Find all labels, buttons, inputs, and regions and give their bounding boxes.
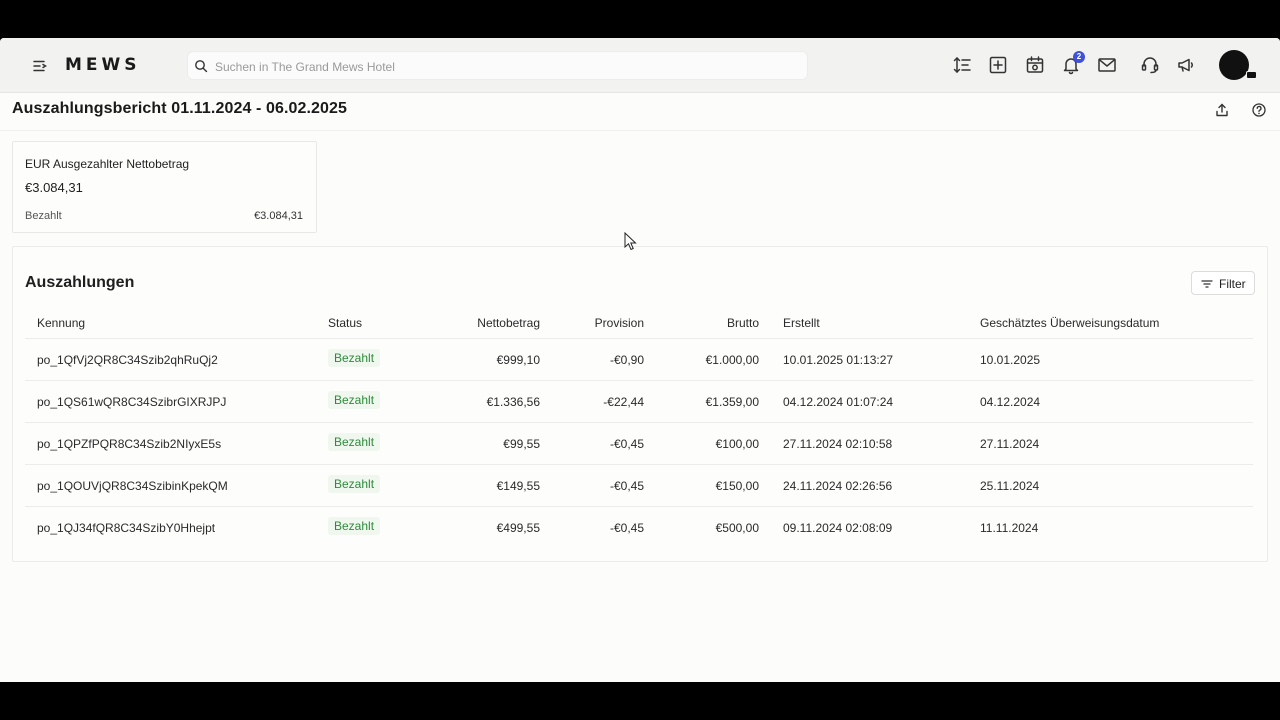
row-fee: -€0,45: [609, 479, 644, 493]
search-input[interactable]: [213, 52, 797, 81]
row-net: €1.336,56: [486, 395, 540, 409]
top-bar: MEWS 2: [0, 38, 1280, 93]
payouts-panel: Auszahlungen Filter Kennung Status Netto…: [12, 246, 1268, 562]
add-icon[interactable]: [988, 55, 1008, 75]
column-header-gross[interactable]: Brutto: [659, 316, 759, 330]
row-created: 10.01.2025 01:13:27: [783, 353, 894, 367]
status-badge: Bezahlt: [328, 391, 381, 409]
row-id[interactable]: po_1QPZfPQR8C34Szib2NIyxE5s: [37, 437, 221, 451]
row-divider: [25, 422, 1253, 423]
menu-icon[interactable]: [30, 56, 50, 76]
help-icon[interactable]: [1251, 102, 1267, 118]
row-created: 27.11.2024 02:10:58: [783, 437, 893, 451]
search-box[interactable]: [187, 51, 808, 81]
row-fee: -€0,45: [609, 521, 644, 535]
column-header-net[interactable]: Nettobetrag: [440, 316, 540, 330]
column-header-id[interactable]: Kennung: [37, 316, 85, 330]
sort-icon[interactable]: [952, 55, 972, 75]
row-created: 04.12.2024 01:07:24: [783, 395, 894, 409]
net-payout-summary-card: EUR Ausgezahlter Nettobetrag €3.084,31 B…: [12, 141, 317, 233]
row-fee: -€0,90: [609, 353, 644, 367]
row-net: €149,55: [496, 479, 540, 493]
row-divider: [25, 464, 1253, 465]
row-status: Bezahlt: [328, 517, 381, 535]
summary-title: EUR Ausgezahlter Nettobetrag: [25, 157, 190, 171]
calendar-icon[interactable]: [1025, 55, 1045, 75]
row-status: Bezahlt: [328, 433, 381, 451]
filter-icon: [1201, 278, 1213, 290]
summary-paid-label: Bezahlt: [25, 210, 62, 222]
megaphone-icon[interactable]: [1176, 55, 1196, 75]
row-eta: 04.12.2024: [980, 395, 1041, 409]
row-divider: [25, 506, 1253, 507]
row-eta: 27.11.2024: [980, 437, 1040, 451]
mouse-cursor-icon: [624, 231, 638, 252]
row-status: Bezahlt: [328, 475, 381, 493]
status-badge: Bezahlt: [328, 475, 381, 493]
app-window: MEWS 2: [0, 38, 1280, 682]
column-header-status[interactable]: Status: [328, 316, 362, 330]
column-header-created[interactable]: Erstellt: [783, 316, 820, 330]
row-fee: -€22,44: [603, 395, 644, 409]
header-divider: [0, 130, 1280, 131]
row-created: 09.11.2024 02:08:09: [783, 521, 893, 535]
row-net: €499,55: [496, 521, 540, 535]
row-fee: -€0,45: [609, 437, 644, 451]
mews-logo[interactable]: MEWS: [65, 53, 141, 77]
row-gross: €1.359,00: [705, 395, 759, 409]
row-created: 24.11.2024 02:26:56: [783, 479, 893, 493]
mail-icon[interactable]: [1097, 55, 1117, 75]
row-status: Bezahlt: [328, 391, 381, 409]
row-gross: €150,00: [715, 479, 759, 493]
status-badge: Bezahlt: [328, 433, 381, 451]
notification-badge: 2: [1073, 51, 1085, 63]
status-indicator: [1246, 71, 1257, 79]
row-eta: 11.11.2024: [980, 521, 1039, 535]
row-id[interactable]: po_1QOUVjQR8C34SzibinKpekQM: [37, 479, 228, 493]
row-id[interactable]: po_1QS61wQR8C34SzibrGIXRJPJ: [37, 395, 226, 409]
payouts-title: Auszahlungen: [25, 274, 135, 291]
row-net: €999,10: [496, 353, 540, 367]
filter-label: Filter: [1219, 277, 1246, 291]
filter-button[interactable]: Filter: [1191, 271, 1255, 295]
row-eta: 25.11.2024: [980, 479, 1040, 493]
row-status: Bezahlt: [328, 349, 381, 367]
row-id[interactable]: po_1QJ34fQR8C34SzibY0Hhejpt: [37, 521, 215, 535]
column-header-fee[interactable]: Provision: [544, 316, 644, 330]
row-eta: 10.01.2025: [980, 353, 1041, 367]
status-badge: Bezahlt: [328, 517, 381, 535]
row-gross: €500,00: [715, 521, 759, 535]
row-gross: €100,00: [715, 437, 759, 451]
search-icon: [194, 59, 208, 73]
user-avatar[interactable]: [1219, 50, 1249, 80]
header-divider-line: [25, 338, 1253, 339]
row-divider: [25, 380, 1253, 381]
headset-icon[interactable]: [1140, 55, 1160, 75]
summary-paid-value: €3.084,31: [254, 210, 303, 222]
summary-amount: €3.084,31: [25, 180, 83, 195]
column-header-eta[interactable]: Geschätztes Überweisungsdatum: [980, 316, 1159, 330]
row-id[interactable]: po_1QfVj2QR8C34Szib2qhRuQj2: [37, 353, 218, 367]
export-icon[interactable]: [1214, 102, 1230, 118]
row-gross: €1.000,00: [705, 353, 759, 367]
page-title: Auszahlungsbericht 01.11.2024 - 06.02.20…: [12, 100, 348, 117]
row-net: €99,55: [503, 437, 540, 451]
status-badge: Bezahlt: [328, 349, 381, 367]
